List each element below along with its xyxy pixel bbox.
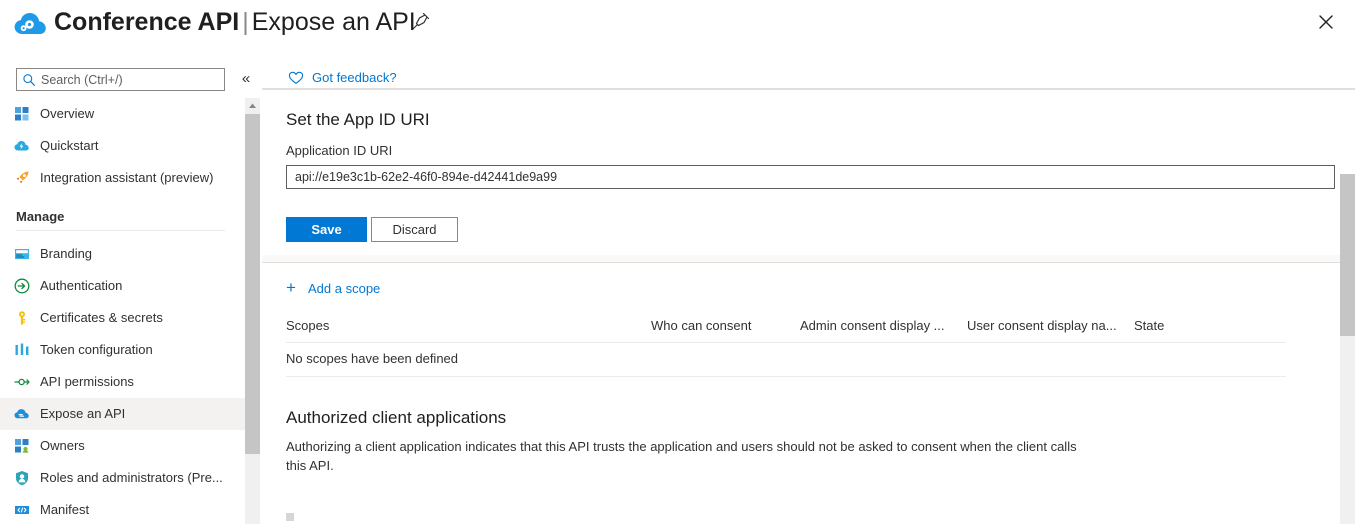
- sidebar-item-owners[interactable]: Owners: [0, 430, 245, 462]
- quickstart-cloud-icon: [14, 138, 30, 154]
- sidebar-item-label: API permissions: [40, 374, 134, 389]
- page-title-separator: |: [242, 8, 249, 36]
- scopes-table-header: Scopes Who can consent Admin consent dis…: [286, 315, 1286, 343]
- sidebar-item-overview[interactable]: Overview: [0, 98, 245, 130]
- sidebar-item-label: Manifest: [40, 502, 90, 517]
- sidebar-item-token-configuration[interactable]: Token configuration: [0, 334, 245, 366]
- got-feedback-label: Got feedback?: [312, 70, 397, 85]
- column-header-admin-consent-display: Admin consent display ...: [800, 318, 945, 333]
- save-button[interactable]: Save: [286, 217, 367, 242]
- main-content-scrollbar[interactable]: [1340, 174, 1355, 524]
- scopes-panel: + Add a scope Scopes Who can consent Adm…: [262, 262, 1355, 524]
- overview-grid-icon: [14, 106, 30, 122]
- sidebar-item-label: Token configuration: [40, 342, 153, 357]
- main-content-top-border: [262, 88, 1355, 90]
- page-title-app-name: Conference API: [54, 8, 240, 36]
- sidebar-item-certificates-secrets[interactable]: Certificates & secrets: [0, 302, 245, 334]
- authentication-arrow-icon: [14, 278, 30, 294]
- page-title-section: Expose an API: [251, 8, 416, 36]
- app-id-uri-title: Set the App ID URI: [286, 110, 430, 129]
- main-content: Set the App ID URI Application ID URI Sa…: [262, 88, 1355, 524]
- sidebar-scrollbar[interactable]: [245, 98, 260, 524]
- pin-icon[interactable]: [410, 10, 432, 32]
- rocket-icon: [14, 170, 30, 186]
- page-title: Conference API | Expose an API: [54, 4, 416, 40]
- discard-button[interactable]: Discard: [371, 217, 458, 242]
- sidebar-item-label: Expose an API: [40, 406, 126, 421]
- column-header-scopes: Scopes: [286, 318, 330, 333]
- expose-api-cloud-icon: [14, 406, 30, 422]
- search-input[interactable]: [41, 69, 221, 90]
- sidebar-item-expose-an-api[interactable]: Expose an API: [0, 398, 245, 430]
- sidebar-item-label: Integration assistant (preview): [40, 170, 214, 185]
- page-header: Conference API | Expose an API: [0, 0, 1355, 52]
- sidebar-item-label: Owners: [40, 438, 85, 453]
- search-icon: [22, 73, 36, 87]
- sidebar-item-label: Branding: [40, 246, 93, 261]
- token-bars-icon: [14, 342, 30, 358]
- sidebar-section-divider: [16, 230, 225, 231]
- scopes-empty-message: No scopes have been defined: [286, 351, 459, 366]
- search-box[interactable]: [16, 68, 225, 91]
- sidebar-section-manage: Manage: [16, 209, 65, 224]
- application-id-uri-input[interactable]: [286, 165, 1335, 189]
- roles-shield-icon: [14, 470, 30, 486]
- branding-card-icon: [14, 246, 30, 262]
- api-permissions-icon: [14, 374, 30, 390]
- key-icon: [14, 310, 30, 326]
- sidebar-item-authentication[interactable]: Authentication: [0, 270, 245, 302]
- plus-icon: +: [286, 278, 296, 297]
- sidebar-item-quickstart[interactable]: Quickstart: [0, 130, 245, 162]
- sidebar-item-branding[interactable]: Branding: [0, 238, 245, 270]
- scroll-up-arrow-icon[interactable]: [245, 98, 260, 114]
- scopes-empty-row: No scopes have been defined: [286, 343, 1286, 377]
- sidebar-item-label: Roles and administrators (Pre...: [40, 470, 223, 485]
- add-a-scope-label: Add a scope: [308, 281, 381, 296]
- column-header-user-consent-display: User consent display na...: [967, 318, 1117, 333]
- cloud-gears-icon: [14, 10, 48, 40]
- sidebar-item-integration-assistant[interactable]: Integration assistant (preview): [0, 162, 245, 194]
- app-id-uri-panel: Set the App ID URI Application ID URI Sa…: [262, 88, 1355, 255]
- sidebar-item-roles-administrators[interactable]: Roles and administrators (Pre...: [0, 462, 245, 494]
- application-id-uri-label: Application ID URI: [286, 143, 393, 158]
- main-scrollbar-thumb[interactable]: [1340, 174, 1355, 336]
- collapse-sidebar-button[interactable]: «: [237, 70, 255, 88]
- sidebar-item-label: Certificates & secrets: [40, 310, 163, 325]
- sidebar-item-manifest[interactable]: Manifest: [0, 494, 245, 524]
- sidebar-navigation: Overview Quickstart Integration assistan…: [0, 98, 245, 524]
- heart-icon: [288, 71, 304, 85]
- manifest-code-icon: [14, 502, 30, 518]
- column-header-state: State: [1134, 318, 1165, 333]
- close-icon[interactable]: [1312, 8, 1340, 36]
- sidebar-item-label: Authentication: [40, 278, 123, 293]
- sidebar-item-api-permissions[interactable]: API permissions: [0, 366, 245, 398]
- sidebar-item-label: Quickstart: [40, 138, 99, 153]
- sidebar-item-label: Overview: [40, 106, 95, 121]
- authorized-client-applications-description: Authorizing a client application indicat…: [286, 439, 1077, 473]
- owners-grid-icon: [14, 438, 30, 454]
- partial-cutoff-element: [286, 513, 294, 521]
- authorized-client-applications-title: Authorized client applications: [286, 408, 507, 427]
- column-header-who-can-consent: Who can consent: [651, 318, 752, 333]
- sidebar-scrollbar-thumb[interactable]: [245, 114, 260, 454]
